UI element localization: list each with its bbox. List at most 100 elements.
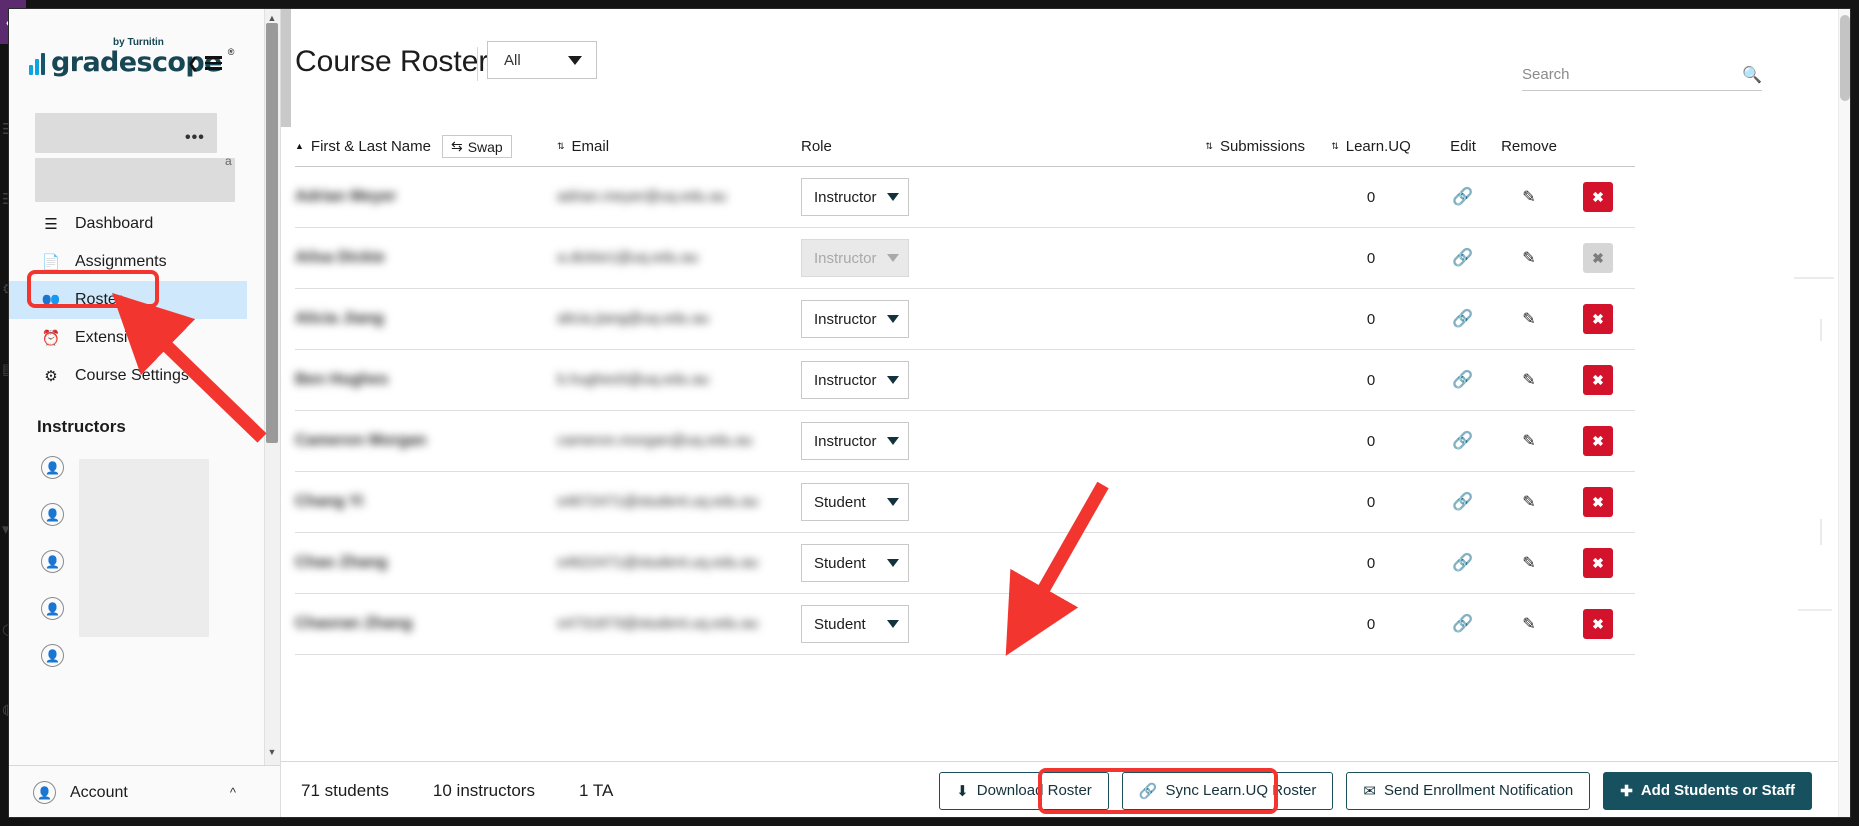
student-name: Ben Hughes <box>295 371 389 388</box>
main-scrollbar[interactable] <box>1838 9 1850 817</box>
remove-button[interactable]: ✖ <box>1583 182 1613 212</box>
student-name-cell: Chang Yi <box>295 493 557 511</box>
column-header-learnuq[interactable]: ⇅ Learn.UQ <box>1313 138 1429 155</box>
sync-learn-uq-roster-button[interactable]: 🔗 Sync Learn.UQ Roster <box>1121 771 1334 810</box>
sidebar-item-label: Dashboard <box>75 215 154 232</box>
person-icon: 👤 <box>41 644 64 667</box>
button-label: Send Enrollment Notification <box>1383 782 1574 799</box>
sidebar-item-dashboard[interactable]: ☰ Dashboard <box>9 205 247 243</box>
pencil-icon[interactable]: ✎ <box>1522 248 1535 268</box>
role-select[interactable]: Instructor <box>801 422 909 460</box>
sidebar-item-assignments[interactable]: 📄 Assignments <box>9 243 247 281</box>
screen: ❮ ☰ ☷ ⚙ ▤ ▾ ○ ◍ gradescope ® by Turnitin… <box>0 0 1859 826</box>
student-email: alicia.jiang@uq.edu.au <box>557 310 709 327</box>
sort-icon: ⇅ <box>557 141 565 151</box>
learnuq-link-cell: 🔗 <box>1429 309 1497 329</box>
link-icon[interactable]: 🔗 <box>1452 187 1473 207</box>
table-header-row: ▲ First & Last Name ⇆ Swap ⇅ Email Role <box>295 127 1635 167</box>
role-select[interactable]: Student <box>801 605 909 643</box>
download-roster-button[interactable]: ⬇ Download Roster <box>939 771 1109 810</box>
role-cell: Instructor <box>801 361 1031 399</box>
sidebar-scrollbar[interactable]: ▲ ▼ <box>264 9 280 765</box>
link-icon[interactable]: 🔗 <box>1452 370 1473 390</box>
email-cell: s4731873@student.uq.edu.au <box>557 615 801 633</box>
student-count: 71 students <box>301 780 389 800</box>
role-select[interactable]: Instructor <box>801 300 909 338</box>
swap-button[interactable]: ⇆ Swap <box>441 135 512 158</box>
link-icon[interactable]: 🔗 <box>1452 614 1473 634</box>
instructor-list-item[interactable]: 👤 <box>41 644 64 667</box>
column-header-edit: Edit <box>1429 138 1497 155</box>
role-cell: Instructor <box>801 178 1031 216</box>
link-icon[interactable]: 🔗 <box>1452 248 1473 268</box>
pencil-icon[interactable]: ✎ <box>1522 431 1535 451</box>
link-icon[interactable]: 🔗 <box>1452 492 1473 512</box>
learnuq-link-cell: 🔗 <box>1429 614 1497 634</box>
collapse-sidebar-button[interactable]: ❮ <box>187 53 222 73</box>
search-icon[interactable]: 🔍 <box>1742 65 1762 85</box>
pencil-icon[interactable]: ✎ <box>1522 492 1535 512</box>
role-value: Student <box>814 493 866 511</box>
sidebar-scroll-thumb[interactable] <box>266 23 278 443</box>
student-name-cell: Ailsa Dickie <box>295 249 557 267</box>
scroll-down-icon[interactable]: ▼ <box>265 745 279 759</box>
sidebar-item-label: Assignments <box>75 253 167 270</box>
instructor-list-item[interactable]: 👤 <box>41 503 64 526</box>
chevron-down-icon <box>568 55 582 65</box>
sidebar-item-course-settings[interactable]: ⚙ Course Settings <box>9 357 247 395</box>
column-header-role: Role <box>801 138 1031 155</box>
sidebar-item-extensions[interactable]: ⏰ Extensions <box>9 319 247 357</box>
submissions-count: 0 <box>1366 310 1376 328</box>
role-select[interactable]: Instructor <box>801 178 909 216</box>
pencil-icon[interactable]: ✎ <box>1522 553 1535 573</box>
remove-cell: ✖ <box>1561 548 1635 578</box>
role-select[interactable]: Instructor <box>801 361 909 399</box>
remove-button[interactable]: ✖ <box>1583 609 1613 639</box>
roster-filter-select[interactable]: All <box>487 41 597 79</box>
table-row: Cameron Morgan cameron.morgan@uq.edu.au In… <box>295 411 1635 472</box>
remove-cell: ✖ <box>1561 609 1635 639</box>
role-cell: Student <box>801 483 1031 521</box>
main-scroll-thumb[interactable] <box>1840 15 1850 101</box>
pencil-icon[interactable]: ✎ <box>1522 370 1535 390</box>
learnuq-link-cell: 🔗 <box>1429 553 1497 573</box>
search-field[interactable]: 🔍 <box>1522 59 1762 91</box>
sidebar-item-roster[interactable]: 👥 Roster <box>9 281 247 319</box>
link-icon[interactable]: 🔗 <box>1452 553 1473 573</box>
pencil-icon[interactable]: ✎ <box>1522 614 1535 634</box>
chevron-left-icon: ❮ <box>187 54 200 72</box>
add-students-or-staff-button[interactable]: ✚ Add Students or Staff <box>1603 771 1812 810</box>
student-name: Chang Yi <box>295 493 364 510</box>
link-icon[interactable]: 🔗 <box>1452 309 1473 329</box>
link-icon[interactable]: 🔗 <box>1452 431 1473 451</box>
chevron-down-icon <box>887 254 899 262</box>
remove-button[interactable]: ✖ <box>1583 487 1613 517</box>
remove-cell: ✖ <box>1561 365 1635 395</box>
role-value: Instructor <box>814 310 877 328</box>
send-enrollment-notification-button[interactable]: ✉ Send Enrollment Notification <box>1346 771 1591 810</box>
logo-bars-icon <box>29 53 45 75</box>
remove-button[interactable]: ✖ <box>1583 426 1613 456</box>
student-name: Alicia Jiang <box>295 310 384 327</box>
remove-button[interactable]: ✖ <box>1583 365 1613 395</box>
course-menu-dots[interactable]: ••• <box>185 129 205 147</box>
remove-button[interactable]: ✖ <box>1583 304 1613 334</box>
account-button[interactable]: 👤 Account ^ <box>9 765 280 817</box>
column-header-submissions[interactable]: ⇅ Submissions <box>1031 138 1313 155</box>
column-header-name[interactable]: ▲ First & Last Name ⇆ Swap <box>295 135 557 158</box>
student-email: a.dickie1@uq.edu.au <box>557 249 699 266</box>
table-row: Chao Zhang s4622471@student.uq.edu.au Stud… <box>295 533 1635 594</box>
table-body: Adrian Meyer adrian.meyer@uq.edu.au Instru… <box>295 167 1635 655</box>
instructor-list-item[interactable]: 👤 <box>41 597 64 620</box>
column-header-email[interactable]: ⇅ Email <box>557 138 801 155</box>
search-input[interactable] <box>1522 66 1722 83</box>
instructor-list-item[interactable]: 👤 <box>41 550 64 573</box>
role-select[interactable]: Student <box>801 483 909 521</box>
pencil-icon[interactable]: ✎ <box>1522 187 1535 207</box>
remove-button[interactable]: ✖ <box>1583 548 1613 578</box>
student-name-cell: Chaoran Zhang <box>295 615 557 633</box>
role-select[interactable]: Student <box>801 544 909 582</box>
table-row: Ailsa Dickie a.dickie1@uq.edu.au Instructo… <box>295 228 1635 289</box>
instructor-list-item[interactable]: 👤 <box>41 456 64 479</box>
pencil-icon[interactable]: ✎ <box>1522 309 1535 329</box>
